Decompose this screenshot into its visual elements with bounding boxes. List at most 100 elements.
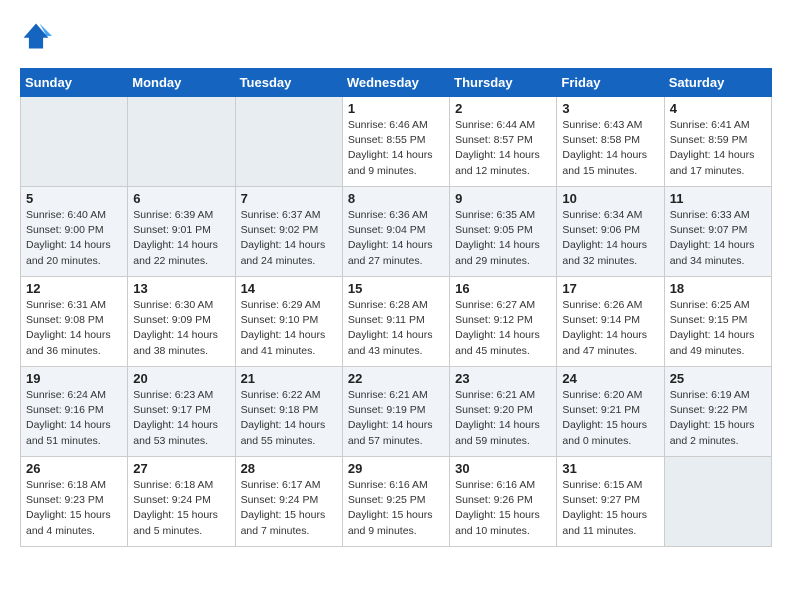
day-info: Sunrise: 6:27 AM Sunset: 9:12 PM Dayligh… [455,298,551,359]
calendar-week-row: 1 Sunrise: 6:46 AM Sunset: 8:55 PM Daylig… [21,97,772,187]
day-number: 22 [348,371,444,386]
calendar-day-cell: 12 Sunrise: 6:31 AM Sunset: 9:08 PM Dayli… [21,277,128,367]
calendar-day-cell: 17 Sunrise: 6:26 AM Sunset: 9:14 PM Dayli… [557,277,664,367]
day-info: Sunrise: 6:37 AM Sunset: 9:02 PM Dayligh… [241,208,337,269]
day-info: Sunrise: 6:26 AM Sunset: 9:14 PM Dayligh… [562,298,658,359]
day-number: 2 [455,101,551,116]
calendar-day-cell: 22 Sunrise: 6:21 AM Sunset: 9:19 PM Dayli… [342,367,449,457]
calendar-day-cell: 15 Sunrise: 6:28 AM Sunset: 9:11 PM Dayli… [342,277,449,367]
day-number: 6 [133,191,229,206]
day-info: Sunrise: 6:20 AM Sunset: 9:21 PM Dayligh… [562,388,658,449]
calendar-day-cell: 23Sunrise: 6:21 AM Sunset: 9:20 PM Dayli… [450,367,557,457]
day-number: 12 [26,281,122,296]
day-info: Sunrise: 6:16 AM Sunset: 9:26 PM Dayligh… [455,478,551,539]
day-info: Sunrise: 6:28 AM Sunset: 9:11 PM Dayligh… [348,298,444,359]
day-number: 29 [348,461,444,476]
calendar-day-cell: 10 Sunrise: 6:34 AM Sunset: 9:06 PM Dayli… [557,187,664,277]
day-number: 15 [348,281,444,296]
calendar-day-cell [664,457,771,547]
calendar-day-cell: 24 Sunrise: 6:20 AM Sunset: 9:21 PM Dayli… [557,367,664,457]
day-number: 7 [241,191,337,206]
calendar-day-cell: 11 Sunrise: 6:33 AM Sunset: 9:07 PM Dayli… [664,187,771,277]
weekday-header-wednesday: Wednesday [342,69,449,97]
day-number: 24 [562,371,658,386]
day-info: Sunrise: 6:31 AM Sunset: 9:08 PM Dayligh… [26,298,122,359]
day-info: Sunrise: 6:35 AM Sunset: 9:05 PM Dayligh… [455,208,551,269]
day-info: Sunrise: 6:22 AM Sunset: 9:18 PM Dayligh… [241,388,337,449]
weekday-header-monday: Monday [128,69,235,97]
calendar-day-cell: 28Sunrise: 6:17 AM Sunset: 9:24 PM Dayli… [235,457,342,547]
day-info: Sunrise: 6:16 AM Sunset: 9:25 PM Dayligh… [348,478,444,539]
logo [20,20,56,52]
day-info: Sunrise: 6:25 AM Sunset: 9:15 PM Dayligh… [670,298,766,359]
day-info: Sunrise: 6:18 AM Sunset: 9:23 PM Dayligh… [26,478,122,539]
calendar-week-row: 5 Sunrise: 6:40 AM Sunset: 9:00 PM Daylig… [21,187,772,277]
calendar-week-row: 26 Sunrise: 6:18 AM Sunset: 9:23 PM Dayli… [21,457,772,547]
day-number: 26 [26,461,122,476]
day-info: Sunrise: 6:39 AM Sunset: 9:01 PM Dayligh… [133,208,229,269]
day-info: Sunrise: 6:19 AM Sunset: 9:22 PM Dayligh… [670,388,766,449]
day-info: Sunrise: 6:21 AM Sunset: 9:19 PM Dayligh… [348,388,444,449]
day-info: Sunrise: 6:36 AM Sunset: 9:04 PM Dayligh… [348,208,444,269]
day-info: Sunrise: 6:29 AM Sunset: 9:10 PM Dayligh… [241,298,337,359]
calendar-day-cell: 3Sunrise: 6:43 AM Sunset: 8:58 PM Daylig… [557,97,664,187]
day-info: Sunrise: 6:40 AM Sunset: 9:00 PM Dayligh… [26,208,122,269]
day-number: 31 [562,461,658,476]
day-number: 9 [455,191,551,206]
day-info: Sunrise: 6:46 AM Sunset: 8:55 PM Dayligh… [348,118,444,179]
day-number: 17 [562,281,658,296]
calendar-day-cell: 8Sunrise: 6:36 AM Sunset: 9:04 PM Daylig… [342,187,449,277]
calendar-day-cell: 7 Sunrise: 6:37 AM Sunset: 9:02 PM Daylig… [235,187,342,277]
calendar-day-cell [128,97,235,187]
calendar-day-cell: 16Sunrise: 6:27 AM Sunset: 9:12 PM Dayli… [450,277,557,367]
day-info: Sunrise: 6:43 AM Sunset: 8:58 PM Dayligh… [562,118,658,179]
day-number: 20 [133,371,229,386]
day-info: Sunrise: 6:33 AM Sunset: 9:07 PM Dayligh… [670,208,766,269]
day-number: 5 [26,191,122,206]
day-number: 27 [133,461,229,476]
day-number: 18 [670,281,766,296]
calendar-table: SundayMondayTuesdayWednesdayThursdayFrid… [20,68,772,547]
calendar-day-cell: 27 Sunrise: 6:18 AM Sunset: 9:24 PM Dayli… [128,457,235,547]
day-info: Sunrise: 6:41 AM Sunset: 8:59 PM Dayligh… [670,118,766,179]
page-header [20,20,772,52]
calendar-day-cell: 31 Sunrise: 6:15 AM Sunset: 9:27 PM Dayli… [557,457,664,547]
day-number: 25 [670,371,766,386]
calendar-day-cell: 25 Sunrise: 6:19 AM Sunset: 9:22 PM Dayli… [664,367,771,457]
calendar-day-cell: 26 Sunrise: 6:18 AM Sunset: 9:23 PM Dayli… [21,457,128,547]
calendar-day-cell [21,97,128,187]
day-info: Sunrise: 6:15 AM Sunset: 9:27 PM Dayligh… [562,478,658,539]
day-info: Sunrise: 6:34 AM Sunset: 9:06 PM Dayligh… [562,208,658,269]
calendar-day-cell: 13Sunrise: 6:30 AM Sunset: 9:09 PM Dayli… [128,277,235,367]
calendar-day-cell: 19 Sunrise: 6:24 AM Sunset: 9:16 PM Dayli… [21,367,128,457]
logo-icon [20,20,52,52]
day-info: Sunrise: 6:24 AM Sunset: 9:16 PM Dayligh… [26,388,122,449]
calendar-week-row: 19 Sunrise: 6:24 AM Sunset: 9:16 PM Dayli… [21,367,772,457]
calendar-day-cell: 30Sunrise: 6:16 AM Sunset: 9:26 PM Dayli… [450,457,557,547]
calendar-day-cell: 14 Sunrise: 6:29 AM Sunset: 9:10 PM Dayli… [235,277,342,367]
calendar-day-cell: 4 Sunrise: 6:41 AM Sunset: 8:59 PM Daylig… [664,97,771,187]
calendar-day-cell: 18 Sunrise: 6:25 AM Sunset: 9:15 PM Dayli… [664,277,771,367]
day-info: Sunrise: 6:18 AM Sunset: 9:24 PM Dayligh… [133,478,229,539]
weekday-header-thursday: Thursday [450,69,557,97]
day-info: Sunrise: 6:23 AM Sunset: 9:17 PM Dayligh… [133,388,229,449]
day-info: Sunrise: 6:44 AM Sunset: 8:57 PM Dayligh… [455,118,551,179]
calendar-day-cell: 20 Sunrise: 6:23 AM Sunset: 9:17 PM Dayli… [128,367,235,457]
day-number: 1 [348,101,444,116]
day-number: 4 [670,101,766,116]
calendar-header: SundayMondayTuesdayWednesdayThursdayFrid… [21,69,772,97]
day-number: 11 [670,191,766,206]
calendar-day-cell: 9 Sunrise: 6:35 AM Sunset: 9:05 PM Daylig… [450,187,557,277]
day-number: 19 [26,371,122,386]
day-number: 14 [241,281,337,296]
calendar-day-cell: 29 Sunrise: 6:16 AM Sunset: 9:25 PM Dayli… [342,457,449,547]
day-number: 23 [455,371,551,386]
calendar-day-cell: 21 Sunrise: 6:22 AM Sunset: 9:18 PM Dayli… [235,367,342,457]
day-info: Sunrise: 6:17 AM Sunset: 9:24 PM Dayligh… [241,478,337,539]
day-number: 10 [562,191,658,206]
calendar-day-cell: 1 Sunrise: 6:46 AM Sunset: 8:55 PM Daylig… [342,97,449,187]
weekday-header-tuesday: Tuesday [235,69,342,97]
calendar-day-cell: 5 Sunrise: 6:40 AM Sunset: 9:00 PM Daylig… [21,187,128,277]
day-number: 13 [133,281,229,296]
day-number: 21 [241,371,337,386]
